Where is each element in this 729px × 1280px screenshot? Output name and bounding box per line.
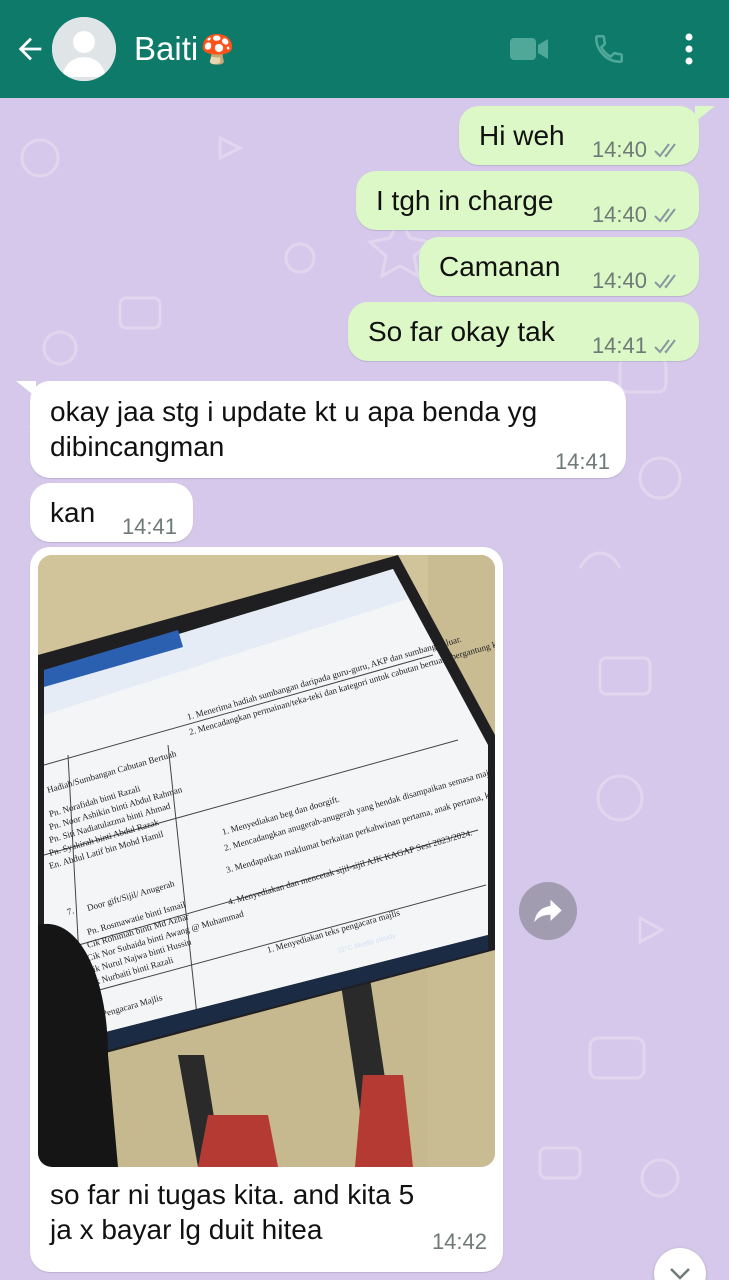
message-outgoing[interactable]: Hi weh 14:40 (459, 106, 699, 165)
message-time: 14:41 (554, 449, 610, 474)
message-time: 14:40 (591, 202, 647, 227)
message-outgoing[interactable]: Camanan 14:40 (419, 237, 699, 296)
message-text-line: okay jaa stg i update kt u apa benda yg (50, 396, 538, 427)
caption-line: ja x bayar lg duit hitea (50, 1214, 323, 1245)
photo-scene: Hadiah/Sumbangan Cabutan Bertuah Pn. Nor… (38, 555, 495, 1167)
message-time: 14:42 (431, 1229, 487, 1254)
message-text: Hi weh (479, 120, 565, 151)
video-call-button[interactable] (489, 0, 569, 98)
back-arrow-icon (18, 37, 42, 61)
image-caption: so far ni tugas kita. and kita 5 ja x ba… (50, 1177, 414, 1247)
read-ticks-icon (654, 273, 676, 289)
back-button[interactable] (0, 0, 60, 98)
shared-photo[interactable]: Hadiah/Sumbangan Cabutan Bertuah Pn. Nor… (38, 555, 495, 1167)
avatar-placeholder-icon (52, 17, 116, 81)
chat-area[interactable]: Hi weh 14:40 I tgh in charge 14:40 Caman… (0, 98, 729, 1280)
mushroom-emoji: 🍄 (200, 33, 236, 65)
contact-name-text: Baiti (134, 30, 199, 67)
read-ticks-icon (654, 207, 676, 223)
video-call-icon (510, 38, 548, 60)
read-ticks-icon (654, 338, 676, 354)
forward-arrow-icon (534, 899, 562, 923)
caption-line: so far ni tugas kita. and kita 5 (50, 1179, 415, 1210)
forward-button[interactable] (519, 882, 577, 940)
message-time: 14:40 (591, 137, 647, 162)
more-options-icon (685, 33, 693, 65)
message-text: okay jaa stg i update kt u apa benda yg … (50, 394, 537, 464)
bubble-tail (695, 106, 715, 122)
image-message[interactable]: Hadiah/Sumbangan Cabutan Bertuah Pn. Nor… (30, 547, 503, 1272)
message-time: 14:41 (121, 514, 177, 539)
message-incoming[interactable]: okay jaa stg i update kt u apa benda yg … (30, 381, 626, 478)
contact-name[interactable]: Baiti 🍄 (134, 30, 235, 68)
message-text: So far okay tak (368, 316, 555, 347)
more-options-button[interactable] (649, 0, 729, 98)
read-ticks-icon (654, 142, 676, 158)
chat-header: Baiti 🍄 (0, 0, 729, 98)
message-text: kan (50, 497, 96, 528)
voice-call-icon (594, 34, 624, 64)
chevron-down-icon (670, 1268, 690, 1280)
message-time: 14:40 (591, 268, 647, 293)
message-text: Camanan (439, 251, 561, 282)
message-time: 14:41 (591, 333, 647, 358)
voice-call-button[interactable] (569, 0, 649, 98)
message-outgoing[interactable]: I tgh in charge 14:40 (356, 171, 699, 230)
message-text: I tgh in charge (376, 185, 554, 216)
message-incoming[interactable]: kan 14:41 (30, 483, 193, 542)
message-text-line: dibincangman (50, 431, 225, 462)
avatar[interactable] (52, 17, 116, 81)
message-outgoing[interactable]: So far okay tak 14:41 (348, 302, 699, 361)
